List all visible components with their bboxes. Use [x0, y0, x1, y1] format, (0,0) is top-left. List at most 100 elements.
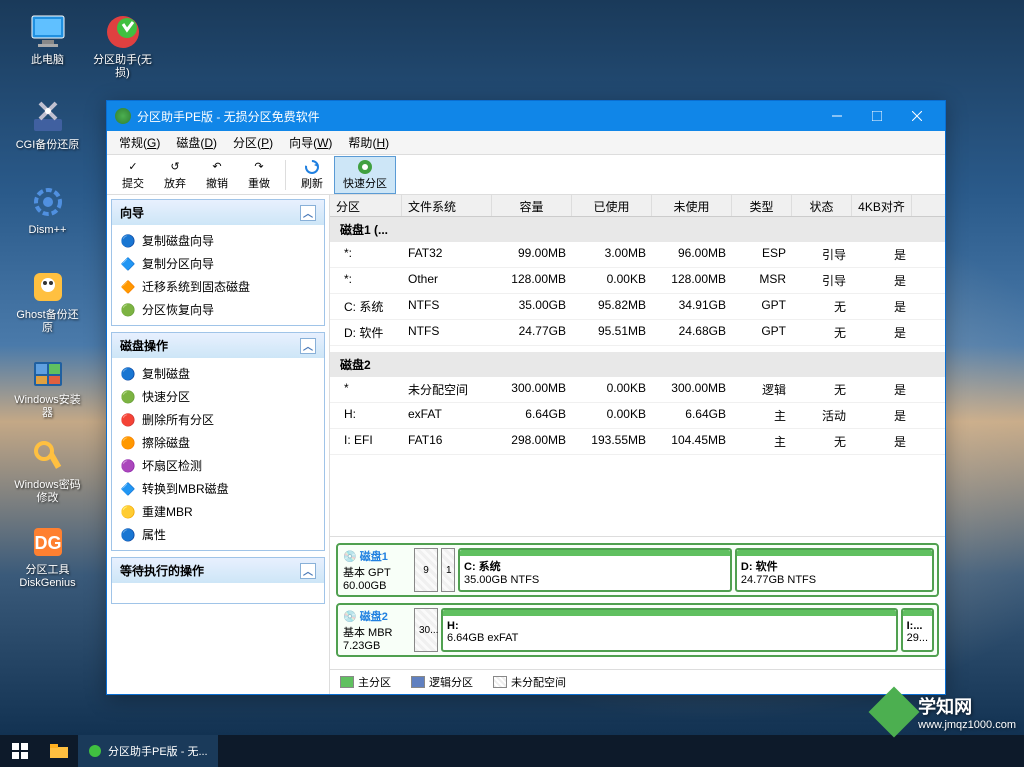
sidebar-item-copy-disk[interactable]: 🔵复制磁盘 [116, 362, 320, 385]
legend-primary-box [340, 676, 354, 688]
desktop-icon-dism[interactable]: Dism++ [10, 180, 85, 260]
disk-bar[interactable]: 💿 磁盘2基本 MBR7.23GB30...H:6.64GB exFATI:..… [336, 603, 939, 657]
watermark-url: www.jmqz1000.com [918, 719, 1016, 731]
table-row[interactable]: I: EFIFAT16298.00MB193.55MB104.45MB主无是 [330, 429, 945, 455]
table-row[interactable]: D: 软件NTFS24.77GB95.51MB24.68GBGPT无是 [330, 320, 945, 346]
menu-wizard[interactable]: 向导(W) [281, 134, 340, 151]
desktop-icon-computer[interactable]: 此电脑 [10, 10, 85, 90]
quick-partition-icon [357, 159, 373, 175]
main-panel: 分区 文件系统 容量 已使用 未使用 类型 状态 4KB对齐 磁盘1 (...*… [329, 195, 945, 694]
panel-header-wizard[interactable]: 向导︿ [112, 200, 324, 225]
minimize-button[interactable] [817, 101, 857, 131]
convert-icon: 🔷 [120, 481, 136, 497]
col-type[interactable]: 类型 [732, 195, 792, 216]
migrate-icon: 🔶 [120, 279, 136, 295]
col-partition[interactable]: 分区 [330, 195, 402, 216]
disk-bar[interactable]: 💿 磁盘1基本 GPT60.00GB91C: 系统35.00GB NTFSD: … [336, 543, 939, 597]
taskbar-explorer[interactable] [40, 735, 78, 767]
col-size[interactable]: 容量 [492, 195, 572, 216]
discard-icon: ↺ [167, 159, 183, 175]
desktop-icon-label: 此电脑 [31, 54, 64, 67]
sidebar-item-recover-wizard[interactable]: 🟢分区恢复向导 [116, 298, 320, 321]
ghost-icon [28, 267, 68, 307]
col-filesystem[interactable]: 文件系统 [402, 195, 492, 216]
partition-block[interactable]: 9 [414, 548, 438, 592]
col-free[interactable]: 未使用 [652, 195, 732, 216]
recover-icon: 🟢 [120, 302, 136, 318]
grid-body: 磁盘1 (...*:FAT3299.00MB3.00MB96.00MBESP引导… [330, 217, 945, 536]
menu-help[interactable]: 帮助(H) [340, 134, 397, 151]
undo-button[interactable]: ↶撤销 [197, 156, 237, 194]
partition-block[interactable]: H:6.64GB exFAT [441, 608, 898, 652]
sidebar-item-copy-disk-wizard[interactable]: 🔵复制磁盘向导 [116, 229, 320, 252]
legend-logical-box [411, 676, 425, 688]
desktop-icon-win-password[interactable]: Windows密码修改 [10, 435, 85, 515]
menu-general[interactable]: 常规(G) [111, 134, 168, 151]
panel-header-disk-ops[interactable]: 磁盘操作︿ [112, 333, 324, 358]
table-row[interactable]: C: 系统NTFS35.00GB95.82MB34.91GBGPT无是 [330, 294, 945, 320]
sidebar-item-migrate-ssd[interactable]: 🔶迁移系统到固态磁盘 [116, 275, 320, 298]
table-row[interactable]: *未分配空间300.00MB0.00KB300.00MB逻辑无是 [330, 377, 945, 403]
redo-button[interactable]: ↷重做 [239, 156, 279, 194]
dism-icon [28, 182, 68, 222]
sidebar-item-bad-sector[interactable]: 🟣坏扇区检测 [116, 454, 320, 477]
desktop-icon-label: 分区助手(无损) [87, 54, 158, 80]
taskbar: 分区助手PE版 - 无... [0, 735, 1024, 767]
desktop-icon-label: Dism++ [29, 224, 67, 237]
copy-disk-icon: 🔵 [120, 233, 136, 249]
watermark-icon [869, 687, 920, 738]
refresh-button[interactable]: 刷新 [292, 156, 332, 194]
desktop-icon-cgi-backup[interactable]: CGI备份还原 [10, 95, 85, 175]
window-title: 分区助手PE版 - 无损分区免费软件 [137, 108, 817, 125]
disk-header[interactable]: 磁盘2 [330, 352, 945, 377]
menu-partition[interactable]: 分区(P) [225, 134, 281, 151]
col-align[interactable]: 4KB对齐 [852, 195, 912, 216]
discard-button[interactable]: ↺放弃 [155, 156, 195, 194]
commit-button[interactable]: ✓提交 [113, 156, 153, 194]
svg-text:DG: DG [34, 533, 61, 553]
taskbar-active-app[interactable]: 分区助手PE版 - 无... [78, 735, 218, 767]
close-button[interactable] [897, 101, 937, 131]
desktop-icon-ghost[interactable]: Ghost备份还原 [10, 265, 85, 345]
sidebar-item-properties[interactable]: 🔵属性 [116, 523, 320, 546]
disk-header[interactable]: 磁盘1 (... [330, 217, 945, 242]
partition-block[interactable]: I:...29... [901, 608, 934, 652]
desktop-icon-label: 分区工具DiskGenius [12, 564, 83, 590]
panel-header-pending[interactable]: 等待执行的操作︿ [112, 558, 324, 583]
partition-block[interactable]: D: 软件24.77GB NTFS [735, 548, 934, 592]
table-row[interactable]: *:FAT3299.00MB3.00MB96.00MBESP引导是 [330, 242, 945, 268]
partition-assistant-icon [103, 12, 143, 52]
redo-icon: ↷ [251, 159, 267, 175]
sidebar-item-quick-partition[interactable]: 🟢快速分区 [116, 385, 320, 408]
desktop-icon-diskgenius[interactable]: DG 分区工具DiskGenius [10, 520, 85, 600]
col-status[interactable]: 状态 [792, 195, 852, 216]
partition-block[interactable]: C: 系统35.00GB NTFS [458, 548, 732, 592]
sidebar-item-wipe-disk[interactable]: 🟠擦除磁盘 [116, 431, 320, 454]
quick-partition-button[interactable]: 快速分区 [334, 156, 396, 194]
sidebar-item-copy-partition-wizard[interactable]: 🔷复制分区向导 [116, 252, 320, 275]
maximize-button[interactable] [857, 101, 897, 131]
collapse-icon[interactable]: ︿ [300, 338, 316, 354]
collapse-icon[interactable]: ︿ [300, 205, 316, 221]
sidebar-item-convert-mbr[interactable]: 🔷转换到MBR磁盘 [116, 477, 320, 500]
menu-disk[interactable]: 磁盘(D) [168, 134, 225, 151]
table-row[interactable]: *:Other128.00MB0.00KB128.00MBMSR引导是 [330, 268, 945, 294]
table-row[interactable]: H:exFAT6.64GB0.00KB6.64GB主活动是 [330, 403, 945, 429]
start-button[interactable] [0, 735, 40, 767]
desktop-icon-label: Windows密码修改 [12, 479, 83, 505]
desktop-icon-partition-assistant[interactable]: 分区助手(无损) [85, 10, 160, 90]
undo-icon: ↶ [209, 159, 225, 175]
sidebar-item-delete-all[interactable]: 🔴删除所有分区 [116, 408, 320, 431]
desktop-icon-win-installer[interactable]: Windows安装器 [10, 350, 85, 430]
col-used[interactable]: 已使用 [572, 195, 652, 216]
collapse-icon[interactable]: ︿ [300, 563, 316, 579]
computer-icon [28, 12, 68, 52]
grid-header: 分区 文件系统 容量 已使用 未使用 类型 状态 4KB对齐 [330, 195, 945, 217]
partition-block[interactable]: 30... [414, 608, 438, 652]
partition-block[interactable]: 1 [441, 548, 455, 592]
refresh-icon [304, 159, 320, 175]
sidebar-item-rebuild-mbr[interactable]: 🟡重建MBR [116, 500, 320, 523]
legend-unallocated: 未分配空间 [511, 674, 566, 690]
quick-partition-icon: 🟢 [120, 389, 136, 405]
titlebar[interactable]: 分区助手PE版 - 无损分区免费软件 [107, 101, 945, 131]
